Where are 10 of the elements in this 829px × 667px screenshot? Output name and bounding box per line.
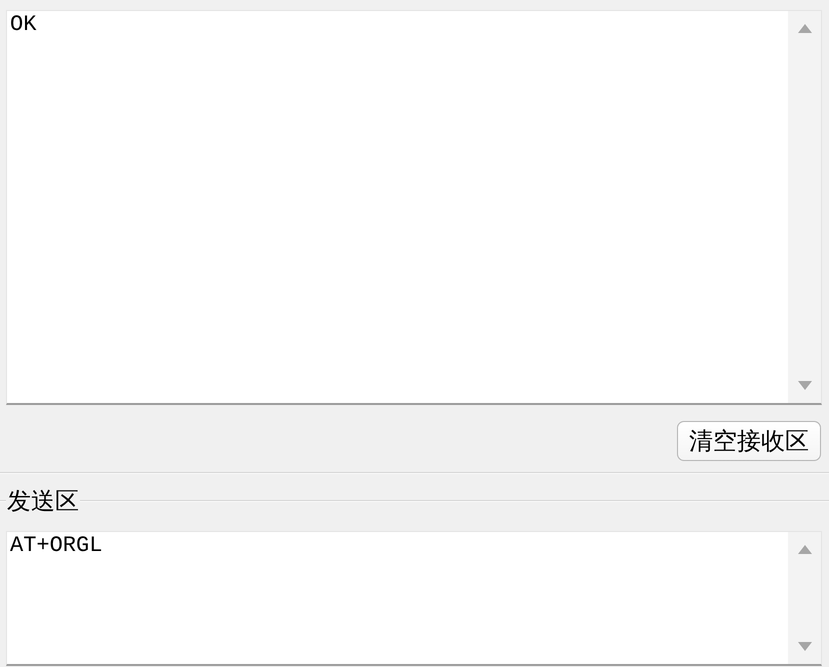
group-label: 发送区 xyxy=(6,488,80,514)
receive-text-field[interactable]: OK xyxy=(6,10,822,405)
send-text-field[interactable]: AT+ORGL xyxy=(6,531,822,666)
down-arrow-icon[interactable] xyxy=(798,381,812,390)
clear-receive-button[interactable]: 清空接收区 xyxy=(677,421,821,461)
up-arrow-icon[interactable] xyxy=(798,24,812,33)
vertical-scrollbar[interactable] xyxy=(788,11,821,403)
vertical-scrollbar[interactable] xyxy=(788,532,821,664)
up-arrow-icon[interactable] xyxy=(798,545,812,554)
down-arrow-icon[interactable] xyxy=(798,642,812,651)
